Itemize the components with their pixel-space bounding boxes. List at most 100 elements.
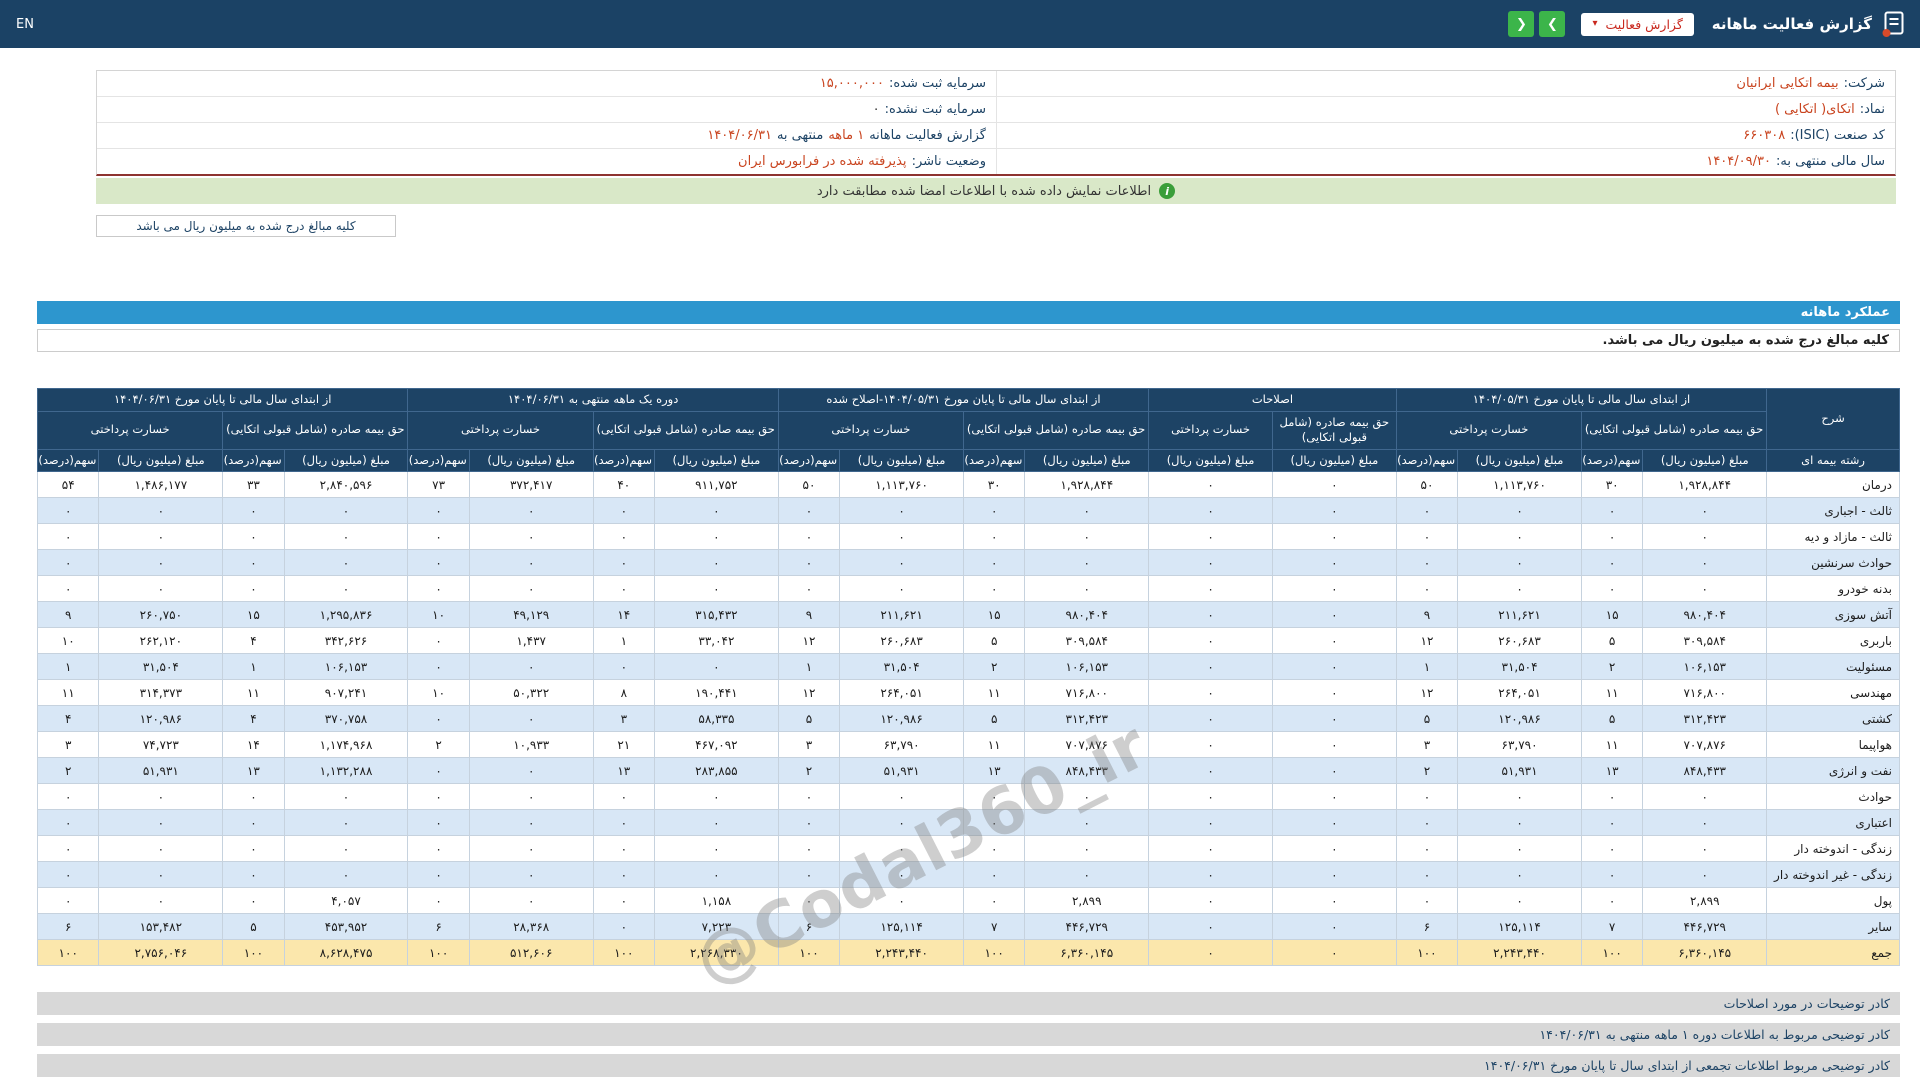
isic-value: ۶۶۰۳۰۸ [1743, 128, 1785, 143]
monthly-performance-table: شرحاز ابتدای سال مالی تا پایان مورخ ۱۴۰۴… [37, 388, 1900, 966]
value-cell: ۱۱ [963, 732, 1024, 758]
value-cell: ۷,۲۲۳ [655, 914, 779, 940]
value-cell: ۰ [593, 524, 654, 550]
value-cell: ۰ [655, 524, 779, 550]
value-cell: ۰ [1149, 784, 1273, 810]
value-cell: ۰ [1272, 888, 1396, 914]
premium-header: حق بیمه صادره (شامل قبولی اتکایی) [1581, 411, 1766, 449]
value-cell: ۶۳,۷۹۰ [840, 732, 964, 758]
value-cell: ۹۱۱,۷۵۲ [655, 472, 779, 498]
table-row: زندگی - اندوخته دار۰۰۰۰۰۰۰۰۰۰۰۰۰۰۰۰۰۰ [38, 836, 1900, 862]
company-name-field: شرکت: بیمه اتکایی ایرانیان [996, 71, 1895, 96]
value-cell: ۴ [223, 628, 284, 654]
value-cell: ۰ [963, 550, 1024, 576]
value-cell: ۰ [1025, 784, 1149, 810]
report-period-length: ۱ ماهه [828, 128, 864, 143]
value-cell: ۰ [469, 784, 593, 810]
value-cell: ۲ [408, 732, 469, 758]
value-cell: ۶ [1396, 914, 1457, 940]
value-cell: ۹۰۷,۲۴۱ [284, 680, 408, 706]
value-cell: ۱۰,۹۳۳ [469, 732, 593, 758]
value-cell: ۵ [1396, 706, 1457, 732]
table-row: کشتی۳۱۲,۴۲۳۵۱۲۰,۹۸۶۵۰۰۳۱۲,۴۲۳۵۱۲۰,۹۸۶۵۵۸… [38, 706, 1900, 732]
value-cell: ۲۸۳,۸۵۵ [655, 758, 779, 784]
amount-header: مبلغ (میلیون ریال) [1643, 449, 1767, 472]
value-cell: ۳۱۴,۳۷۳ [99, 680, 223, 706]
value-cell: ۰ [1149, 940, 1273, 966]
value-cell: ۱,۱۱۳,۷۶۰ [1458, 472, 1582, 498]
language-toggle-en[interactable]: EN [16, 17, 34, 32]
table-row: نفت و انرژی۸۴۸,۴۳۳۱۳۵۱,۹۳۱۲۰۰۸۴۸,۴۳۳۱۳۵۱… [38, 758, 1900, 784]
value-cell: ۰ [963, 498, 1024, 524]
isic-field: کد صنعت (ISIC): ۶۶۰۳۰۸ [996, 123, 1895, 148]
next-report-button[interactable]: ❯ [1539, 11, 1565, 37]
value-cell: ۰ [223, 784, 284, 810]
value-cell: ۰ [284, 576, 408, 602]
value-cell: ۲۱۱,۶۲۱ [840, 602, 964, 628]
value-cell: ۳۳,۰۴۲ [655, 628, 779, 654]
value-cell: ۰ [408, 706, 469, 732]
value-cell: ۷۴,۷۲۳ [99, 732, 223, 758]
company-info-row: نماد: اتکای( اتکایی ) سرمایه ثبت نشده: ۰ [97, 97, 1895, 123]
value-cell: ۳۷۰,۷۵۸ [284, 706, 408, 732]
value-cell: ۸ [593, 680, 654, 706]
value-cell: ۱۴ [223, 732, 284, 758]
value-cell: ۴۰ [593, 472, 654, 498]
value-cell: ۲۶۴,۰۵۱ [840, 680, 964, 706]
value-cell: ۰ [1272, 784, 1396, 810]
value-cell: ۲ [963, 654, 1024, 680]
value-cell: ۰ [408, 784, 469, 810]
value-cell: ۵ [963, 628, 1024, 654]
value-cell: ۰ [1643, 836, 1767, 862]
value-cell: ۰ [963, 784, 1024, 810]
value-cell: ۰ [655, 576, 779, 602]
value-cell: ۰ [1025, 862, 1149, 888]
value-cell: ۰ [408, 498, 469, 524]
value-cell: ۰ [223, 550, 284, 576]
value-cell: ۲ [1581, 654, 1642, 680]
issuer-status-value: پذیرفته شده در فرابورس ایران [738, 154, 907, 169]
chevron-right-icon: ❯ [1547, 17, 1558, 32]
value-cell: ۰ [99, 550, 223, 576]
value-cell: ۰ [655, 784, 779, 810]
insurance-line-label: نفت و انرژی [1767, 758, 1900, 784]
table-row: مسئولیت۱۰۶,۱۵۳۲۳۱,۵۰۴۱۰۰۱۰۶,۱۵۳۲۳۱,۵۰۴۱۰… [38, 654, 1900, 680]
value-cell: ۰ [1272, 836, 1396, 862]
value-cell: ۰ [840, 862, 964, 888]
value-cell: ۲,۸۴۰,۵۹۶ [284, 472, 408, 498]
value-cell: ۰ [1396, 836, 1457, 862]
value-cell: ۴۶۷,۰۹۲ [655, 732, 779, 758]
value-cell: ۰ [1643, 550, 1767, 576]
value-cell: ۰ [1643, 576, 1767, 602]
value-cell: ۰ [840, 550, 964, 576]
value-cell: ۰ [408, 836, 469, 862]
premium-header: حق بیمه صادره (شامل قبولی اتکایی) [223, 411, 408, 449]
value-cell: ۱ [593, 628, 654, 654]
value-cell: ۱,۱۱۳,۷۶۰ [840, 472, 964, 498]
value-cell: ۰ [1396, 524, 1457, 550]
value-cell: ۴ [223, 706, 284, 732]
period-note-bar: کادر توضیحی مربوط به اطلاعات دوره ۱ ماهه… [37, 1023, 1900, 1046]
value-cell: ۱۳ [223, 758, 284, 784]
value-cell: ۱۰۰ [963, 940, 1024, 966]
value-cell: ۲۱۱,۶۲۱ [1458, 602, 1582, 628]
value-cell: ۰ [1149, 680, 1273, 706]
value-cell: ۱۳ [593, 758, 654, 784]
value-cell: ۰ [778, 784, 839, 810]
value-cell: ۰ [1272, 862, 1396, 888]
amount-header: مبلغ (میلیون ریال) [99, 449, 223, 472]
value-cell: ۰ [1458, 576, 1582, 602]
symbol-label: نماد: [1860, 102, 1885, 117]
value-cell: ۰ [1396, 550, 1457, 576]
value-cell: ۱۳ [963, 758, 1024, 784]
period-group-header: اصلاحات [1149, 389, 1397, 412]
value-cell: ۰ [284, 784, 408, 810]
insurance-line-label: زندگی - اندوخته دار [1767, 836, 1900, 862]
previous-report-button[interactable]: ❮ [1508, 11, 1534, 37]
value-cell: ۸۴۸,۴۳۳ [1025, 758, 1149, 784]
value-cell: ۷۰۷,۸۷۶ [1643, 732, 1767, 758]
value-cell: ۰ [469, 836, 593, 862]
value-cell: ۰ [778, 498, 839, 524]
value-cell: ۱۳ [1581, 758, 1642, 784]
report-type-dropdown[interactable]: گزارش فعالیت ▾ [1581, 13, 1693, 36]
